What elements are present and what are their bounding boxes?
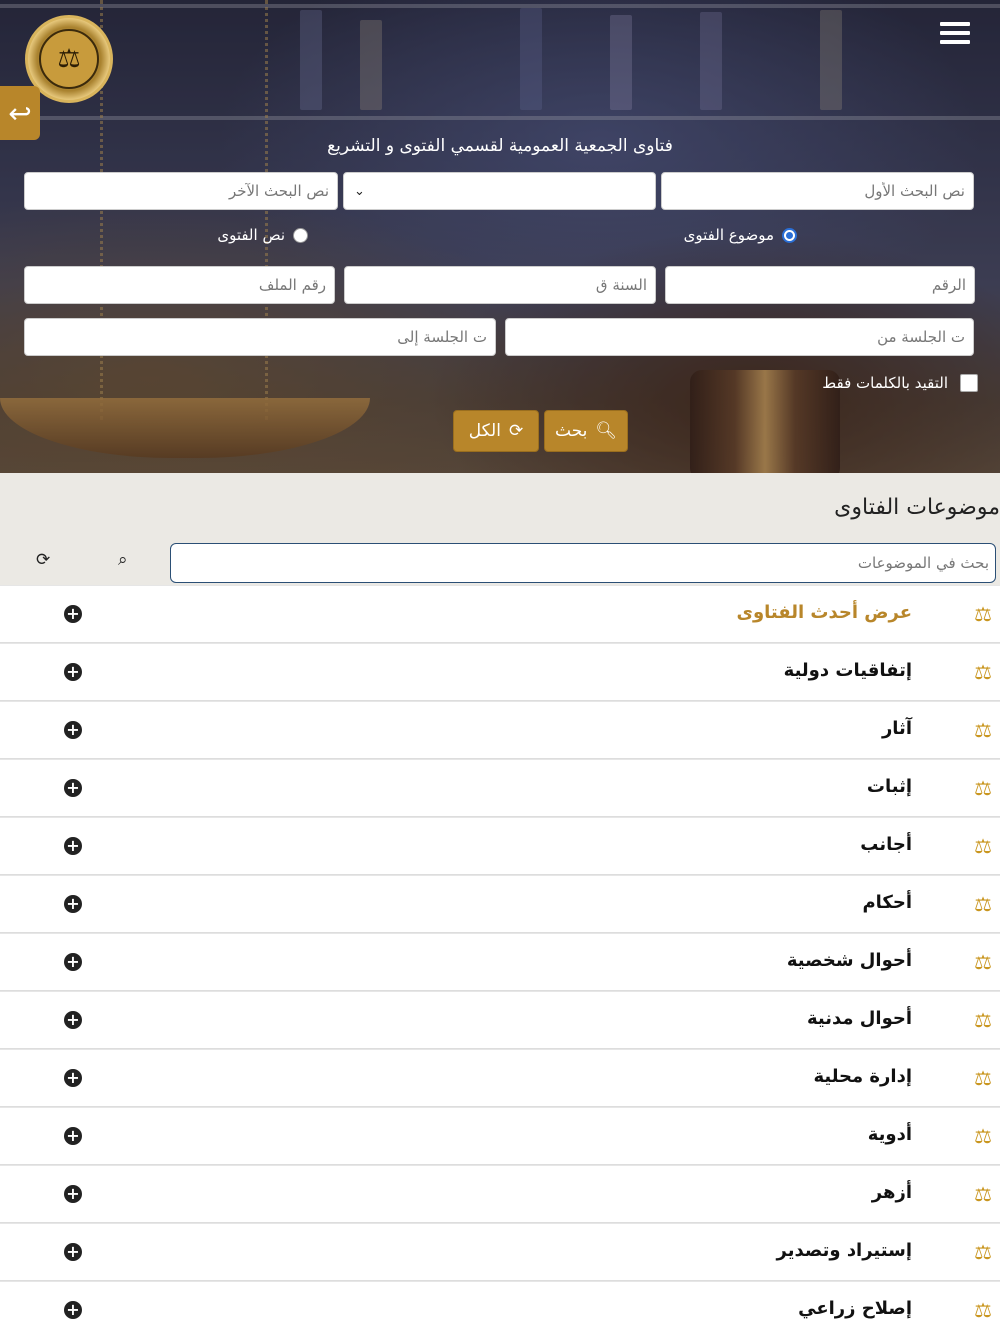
topic-label[interactable]: إدارة محلية — [813, 1066, 912, 1087]
search-button-label: بحث — [555, 421, 588, 441]
expand-plus-icon[interactable]: + — [64, 721, 82, 739]
session-date-to-input[interactable] — [24, 318, 496, 356]
all-button[interactable]: ⟳ الكل — [453, 410, 539, 452]
expand-plus-icon[interactable]: + — [64, 779, 82, 797]
scales-icon: ⚖ — [974, 834, 992, 858]
background-overlay — [0, 0, 1000, 473]
expand-plus-icon[interactable]: + — [64, 663, 82, 681]
expand-plus-icon[interactable]: + — [64, 1301, 82, 1319]
topic-row[interactable]: ⚖ عرض أحدث الفتاوى + — [0, 585, 1000, 643]
expand-plus-icon[interactable]: + — [64, 895, 82, 913]
scales-icon: ⚖ — [974, 718, 992, 742]
first-search-text-input[interactable] — [661, 172, 974, 210]
exact-words-label: التقيد بالكلمات فقط — [822, 374, 948, 392]
scales-icon: ⚖ — [974, 1066, 992, 1090]
scales-icon: ⚖ — [974, 950, 992, 974]
topic-label[interactable]: أحكام — [862, 892, 912, 913]
radio-subject[interactable] — [782, 227, 797, 243]
back-button[interactable]: ↩ — [0, 86, 40, 140]
topic-label[interactable]: آثار — [882, 718, 912, 739]
topic-row[interactable]: ⚖ أحوال مدنية + — [0, 991, 1000, 1049]
expand-plus-icon[interactable]: + — [64, 1127, 82, 1145]
radio-text-option[interactable]: نص الفتوى — [217, 226, 308, 244]
topic-row[interactable]: ⚖ أزهر + — [0, 1165, 1000, 1223]
second-search-text-input[interactable] — [24, 172, 338, 210]
search-operator-select[interactable]: ⌄ — [343, 172, 656, 210]
expand-plus-icon[interactable]: + — [64, 605, 82, 623]
topic-row[interactable]: ⚖ إثبات + — [0, 759, 1000, 817]
topic-label[interactable]: إصلاح زراعي — [798, 1298, 912, 1319]
refresh-icon: ⟳ — [508, 421, 524, 441]
expand-plus-icon[interactable]: + — [64, 1069, 82, 1087]
radio-subject-option[interactable]: موضوع الفتوى — [684, 226, 797, 244]
number-input[interactable] — [665, 266, 975, 304]
radio-subject-label: موضوع الفتوى — [683, 226, 774, 244]
topic-row[interactable]: ⚖ إدارة محلية + — [0, 1049, 1000, 1107]
scales-icon: ⚖ — [974, 776, 992, 800]
scales-icon: ⚖ — [974, 1298, 992, 1322]
topics-search-input[interactable] — [170, 543, 996, 583]
search-icon: 🔍︎ — [595, 421, 617, 441]
hero-search-panel: ⚖ ↩ فتاوى الجمعية العمومية لقسمي الفتوى … — [0, 0, 1000, 473]
topic-row[interactable]: ⚖ إصلاح زراعي + — [0, 1281, 1000, 1334]
year-input[interactable] — [344, 266, 656, 304]
topic-label[interactable]: إثبات — [867, 776, 912, 797]
topic-label[interactable]: أجانب — [860, 834, 912, 855]
scales-icon: ⚖ — [974, 1240, 992, 1264]
topics-title: موضوعات الفتاوى — [834, 495, 1000, 520]
scales-icon: ⚖ — [974, 660, 992, 684]
session-date-from-input[interactable] — [505, 318, 974, 356]
topic-label[interactable]: أزهر — [872, 1182, 912, 1203]
topic-row[interactable]: ⚖ أحكام + — [0, 875, 1000, 933]
expand-plus-icon[interactable]: + — [64, 1243, 82, 1261]
topic-row[interactable]: ⚖ أحوال شخصية + — [0, 933, 1000, 991]
scales-icon: ⚖ — [974, 1182, 992, 1206]
search-button[interactable]: 🔍︎ بحث — [544, 410, 628, 452]
file-number-input[interactable] — [24, 266, 335, 304]
radio-text-label: نص الفتوى — [217, 226, 285, 244]
scales-of-justice-emblem-icon: ⚖ — [39, 29, 99, 89]
scales-icon: ⚖ — [974, 602, 992, 626]
topic-row[interactable]: ⚖ إتفاقيات دولية + — [0, 643, 1000, 701]
topic-label[interactable]: إتفاقيات دولية — [784, 660, 912, 681]
expand-plus-icon[interactable]: + — [64, 953, 82, 971]
topics-list: ⚖ عرض أحدث الفتاوى + ⚖ إتفاقيات دولية + ⚖ آثار +… — [0, 585, 1000, 1334]
topic-row[interactable]: ⚖ أدوية + — [0, 1107, 1000, 1165]
hamburger-menu-icon[interactable] — [940, 22, 970, 48]
topic-label[interactable]: أدوية — [868, 1124, 912, 1145]
topic-label[interactable]: عرض أحدث الفتاوى — [736, 602, 912, 623]
topic-label[interactable]: أحوال مدنية — [807, 1008, 912, 1029]
page-title: فتاوى الجمعية العمومية لقسمي الفتوى و ال… — [327, 136, 673, 156]
scales-icon: ⚖ — [974, 892, 992, 916]
all-button-label: الكل — [468, 421, 501, 441]
expand-plus-icon[interactable]: + — [64, 837, 82, 855]
topic-row[interactable]: ⚖ أجانب + — [0, 817, 1000, 875]
reply-arrow-icon: ↩ — [8, 96, 32, 130]
topic-label[interactable]: إستيراد وتصدير — [777, 1240, 912, 1261]
radio-text[interactable] — [293, 227, 308, 243]
topic-row[interactable]: ⚖ آثار + — [0, 701, 1000, 759]
exact-words-option[interactable]: التقيد بالكلمات فقط — [822, 374, 978, 392]
expand-plus-icon[interactable]: + — [64, 1011, 82, 1029]
scales-icon: ⚖ — [974, 1124, 992, 1148]
refresh-icon[interactable]: ⟳ — [36, 550, 50, 570]
exact-words-checkbox[interactable] — [960, 374, 978, 392]
expand-plus-icon[interactable]: + — [64, 1185, 82, 1203]
chevron-down-icon: ⌄ — [354, 183, 365, 199]
topic-label[interactable]: أحوال شخصية — [787, 950, 912, 971]
scales-icon: ⚖ — [974, 1008, 992, 1032]
search-icon[interactable]: ⌕ — [118, 550, 128, 570]
topic-row[interactable]: ⚖ إستيراد وتصدير + — [0, 1223, 1000, 1281]
